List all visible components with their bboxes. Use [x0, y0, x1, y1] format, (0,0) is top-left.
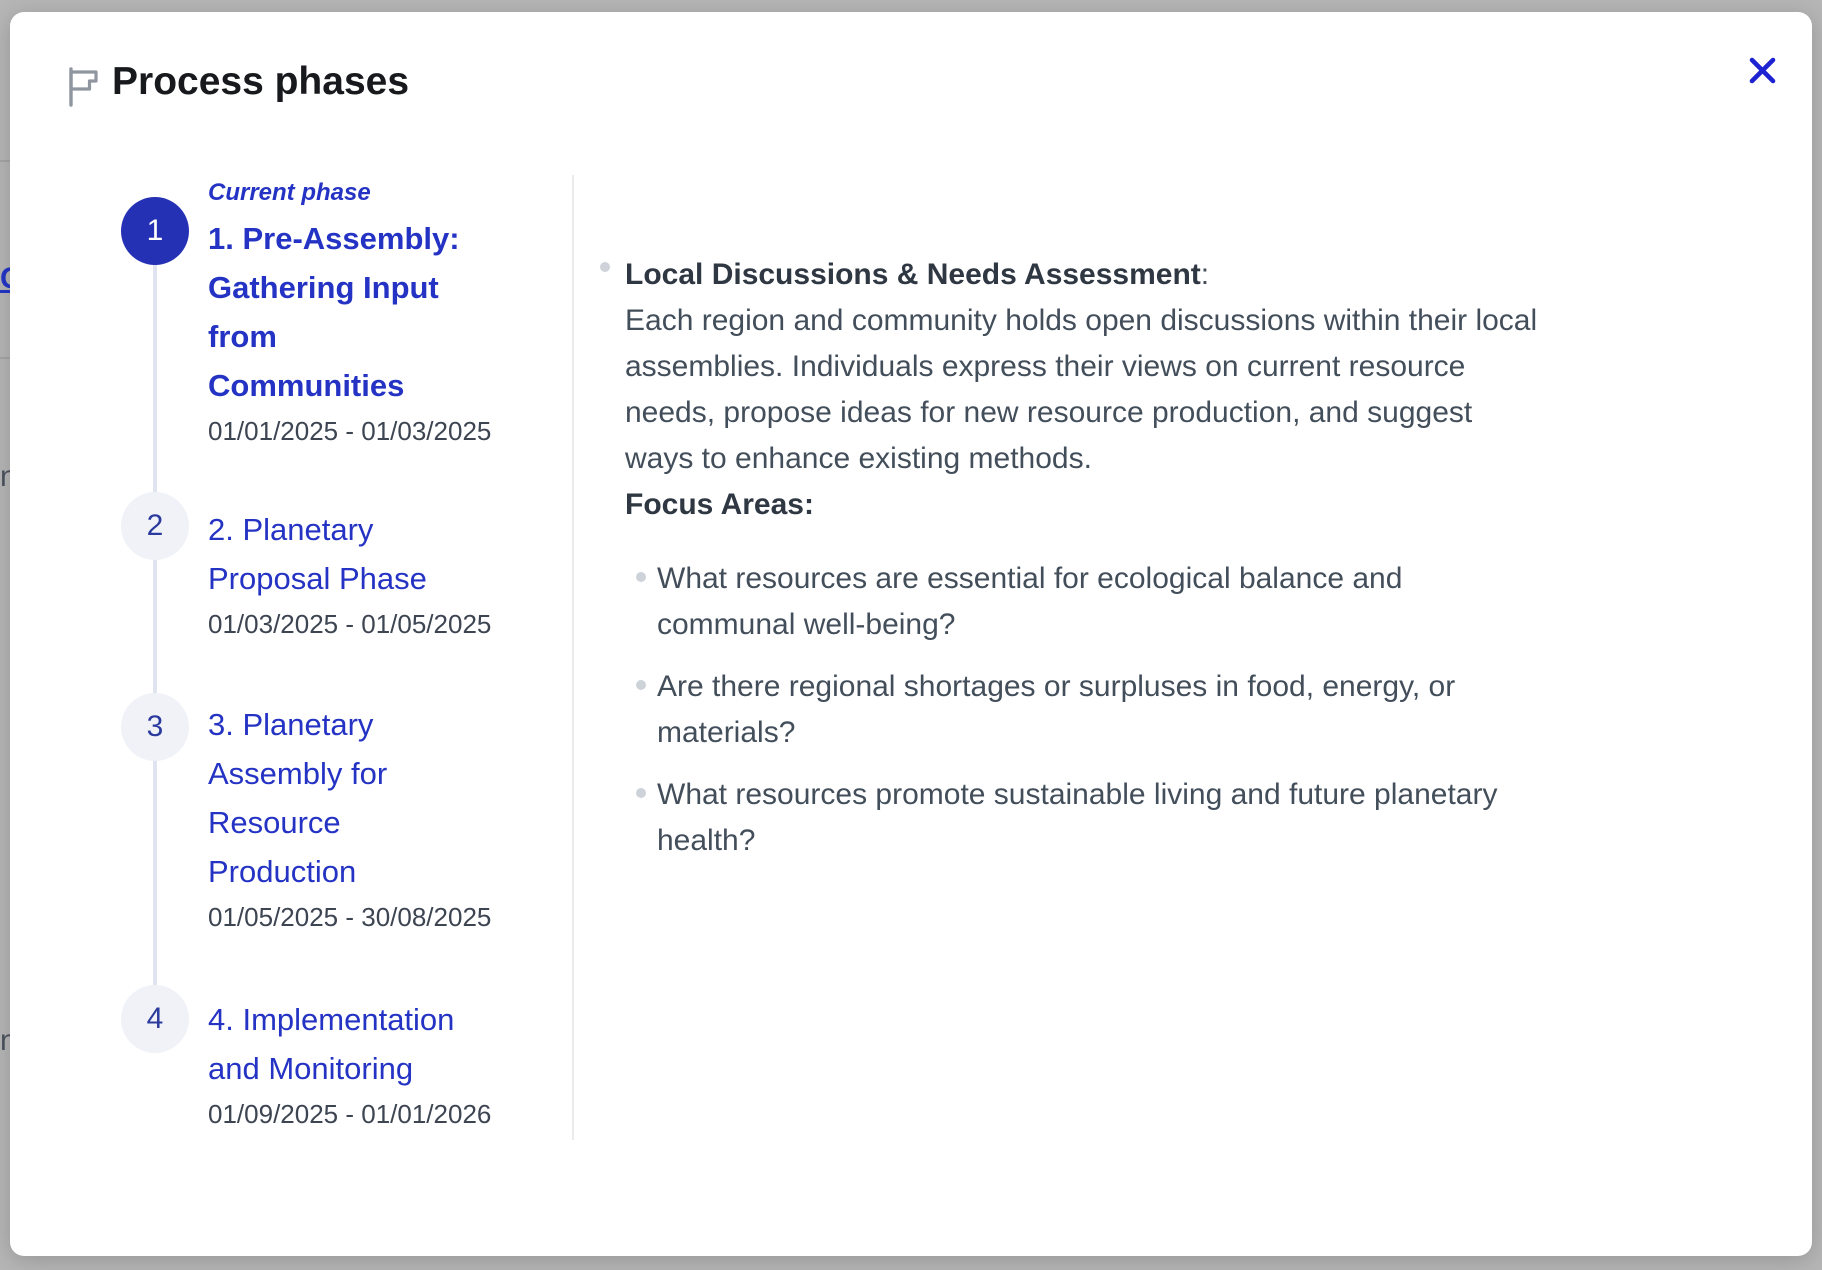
phase-item-4: 4 4. Implementation and Monitoring 01/09… [111, 995, 511, 1131]
flag-icon [66, 66, 102, 113]
bullet-icon [636, 572, 646, 582]
phase-title-line: Production [208, 847, 476, 896]
focus-question-text: What resources are essential for ecologi… [657, 562, 1402, 641]
bullet-icon [636, 788, 646, 798]
focus-areas-list: What resources are essential for ecologi… [636, 556, 1538, 880]
detail-title: Local Discussions & Needs Assessment [625, 258, 1201, 291]
focus-question-item: What resources are essential for ecologi… [636, 556, 1538, 648]
detail-body: Each region and community holds open dis… [625, 298, 1545, 482]
phase-step-indicator: 1 [121, 197, 189, 265]
process-phases-modal: Process phases 1 Current phase 1. Pre-As… [10, 12, 1812, 1256]
phase-step-indicator: 2 [121, 492, 189, 560]
bullet-icon [636, 680, 646, 690]
phase-item-3: 3 3. Planetary Assembly for Resource Pro… [111, 700, 511, 934]
phase-title-link[interactable]: 2. Planetary Proposal Phase [208, 505, 476, 603]
phase-title-line: 2. Planetary [208, 505, 476, 554]
phase-title-line: Assembly for [208, 749, 476, 798]
focus-question-text: Are there regional shortages or surpluse… [657, 670, 1455, 749]
phase-title-line: Resource [208, 798, 476, 847]
phase-title-line: 1. Pre-Assembly: [208, 214, 476, 263]
phase-title-line: Gathering Input [208, 263, 476, 312]
close-icon [1749, 57, 1776, 87]
phase-title-line: from [208, 312, 476, 361]
focus-question-item: What resources promote sustainable livin… [636, 772, 1538, 864]
detail-text: Local Discussions & Needs Assessment: Ea… [625, 252, 1545, 528]
phase-title-line: 4. Implementation [208, 995, 476, 1044]
phase-dates: 01/05/2025 - 30/08/2025 [208, 900, 476, 934]
phase-dates: 01/01/2025 - 01/03/2025 [208, 414, 476, 448]
current-phase-badge: Current phase [208, 178, 476, 208]
modal-title: Process phases [112, 60, 409, 104]
phase-step-indicator: 3 [121, 693, 189, 761]
phase-title-line: Proposal Phase [208, 554, 476, 603]
phase-title-line: Communities [208, 361, 476, 410]
phase-title-link[interactable]: 4. Implementation and Monitoring [208, 995, 476, 1093]
focus-areas-label: Focus Areas: [625, 482, 1545, 528]
phase-detail-item: Local Discussions & Needs Assessment: Ea… [600, 252, 1545, 528]
phase-item-2: 2 2. Planetary Proposal Phase 01/03/2025… [111, 505, 511, 641]
focus-question-item: Are there regional shortages or surpluse… [636, 664, 1538, 756]
focus-question-text: What resources promote sustainable livin… [657, 778, 1497, 857]
detail-title-colon: : [1201, 258, 1209, 291]
phase-title-link[interactable]: 1. Pre-Assembly: Gathering Input from Co… [208, 214, 476, 410]
phase-item-1: 1 Current phase 1. Pre-Assembly: Gatheri… [111, 178, 511, 448]
phase-dates: 01/09/2025 - 01/01/2026 [208, 1097, 476, 1131]
phase-step-indicator: 4 [121, 985, 189, 1053]
phase-dates: 01/03/2025 - 01/05/2025 [208, 607, 476, 641]
stepper-content-divider [572, 175, 574, 1140]
screen: G n n Process phases 1 Current phase [0, 0, 1822, 1270]
bullet-icon [600, 262, 610, 272]
close-button[interactable] [1736, 46, 1788, 98]
phase-title-line: and Monitoring [208, 1044, 476, 1093]
phase-title-line: 3. Planetary [208, 700, 476, 749]
phase-title-link[interactable]: 3. Planetary Assembly for Resource Produ… [208, 700, 476, 896]
